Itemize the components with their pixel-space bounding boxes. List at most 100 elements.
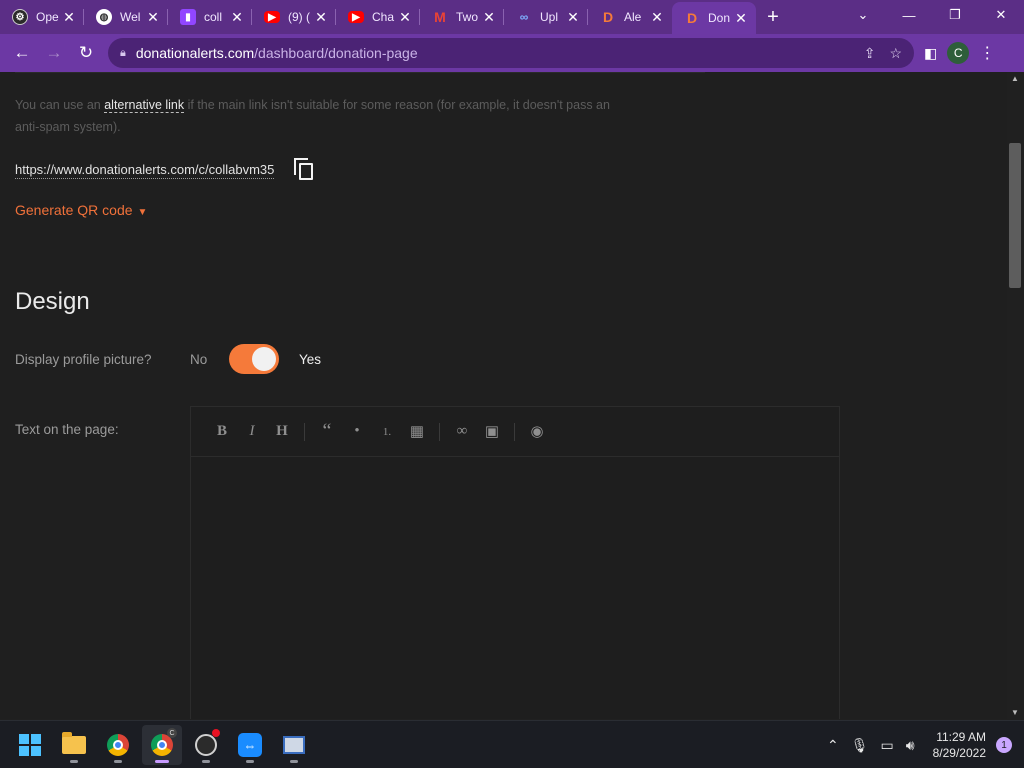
close-icon[interactable]: ✕ (230, 9, 244, 26)
recording-badge (212, 729, 220, 737)
virtual-machine-button[interactable] (274, 725, 314, 765)
bookmark-star-icon[interactable]: ☆ (889, 45, 902, 62)
url-host: donationalerts.com (135, 45, 255, 61)
back-button[interactable]: ← (6, 37, 38, 69)
chrome-button[interactable] (98, 725, 138, 765)
clock[interactable]: 11:29 AM 8/29/2022 (933, 729, 986, 761)
openai-icon: ⚙ (12, 9, 28, 25)
profile-picture-toggle[interactable] (229, 344, 279, 374)
tab-title: coll (204, 10, 223, 24)
upload-icon: ∞ (519, 10, 529, 24)
tab-title: Ale (624, 10, 642, 24)
bold-icon[interactable]: B (207, 417, 237, 447)
scrollbar-thumb[interactable] (1009, 143, 1021, 288)
toggle-on-label[interactable]: Yes (299, 352, 321, 367)
close-icon[interactable]: ✕ (482, 9, 496, 26)
tab-upload[interactable]: ∞ Upl ✕ (504, 0, 588, 34)
close-icon[interactable]: ✕ (398, 9, 412, 26)
reload-button[interactable]: ↻ (70, 37, 102, 69)
network-icon[interactable]: ▭ (881, 737, 894, 754)
volume-icon[interactable]: 🔊︎ (906, 737, 915, 754)
quote-icon[interactable]: “ (312, 417, 342, 447)
close-icon[interactable]: ✕ (650, 9, 664, 26)
browser-toolbar: ← → ↻ 🔒︎ donationalerts.com/dashboard/do… (0, 34, 1024, 72)
tab-donation-page[interactable]: D Don ✕ (672, 2, 756, 34)
tab-title: Upl (540, 10, 559, 24)
new-tab-button[interactable]: + (756, 0, 790, 34)
link-icon[interactable]: ∞ (447, 417, 477, 447)
system-tray: ⌃ 🎙︎ ▭ 🔊︎ 11:29 AM 8/29/2022 1 (821, 721, 1012, 768)
editor-toolbar: B I H “ • 1. ▦ ∞ ▣ ◉ (191, 407, 839, 457)
tab-youtube-1[interactable]: ▶ (9) ( ✕ (252, 0, 336, 34)
toggle-off-label[interactable]: No (190, 352, 229, 367)
tab-title: Two (456, 10, 479, 24)
close-icon[interactable]: ✕ (146, 9, 160, 26)
close-icon[interactable]: ✕ (734, 10, 748, 27)
tab-title: Cha (372, 10, 395, 24)
microphone-icon[interactable]: 🎙︎ (851, 737, 869, 754)
scroll-down-arrow-icon[interactable]: ▼ (1011, 708, 1019, 717)
design-heading: Design (15, 288, 90, 315)
text-on-page-label: Text on the page: (15, 422, 119, 437)
teamviewer-button[interactable]: ⇔ (230, 725, 270, 765)
youtube-icon: ▶ (264, 11, 280, 23)
teamviewer-icon: ⇔ (238, 733, 262, 757)
youtube-icon: ▶ (348, 11, 364, 23)
alternative-url-row: https://www.donationalerts.com/c/collabv… (15, 158, 316, 182)
obs-button[interactable] (186, 725, 226, 765)
url-path: /dashboard/donation-page (254, 45, 418, 61)
table-icon[interactable]: ▦ (402, 417, 432, 447)
close-icon[interactable]: ✕ (62, 9, 76, 26)
tab-youtube-2[interactable]: ▶ Cha ✕ (336, 0, 420, 34)
tab-gmail[interactable]: M Two ✕ (420, 0, 504, 34)
forward-button[interactable]: → (38, 37, 70, 69)
chrome-profile-button[interactable]: C (142, 725, 182, 765)
clock-date: 8/29/2022 (932, 746, 986, 760)
alternative-url[interactable]: https://www.donationalerts.com/c/collabv… (15, 162, 275, 179)
restore-button[interactable]: ❐ (932, 0, 978, 30)
side-panel-icon[interactable]: ◧ (924, 45, 937, 62)
share-icon[interactable]: ⇪ (864, 45, 876, 62)
donationalerts-icon: D (602, 9, 614, 25)
donationalerts-icon: D (686, 10, 698, 26)
file-explorer-button[interactable] (54, 725, 94, 765)
tab-title: Ope (36, 10, 59, 24)
start-button[interactable] (10, 725, 50, 765)
editor-text-area[interactable] (191, 457, 839, 719)
tab-twitch[interactable]: ▮ coll ✕ (168, 0, 252, 34)
close-window-button[interactable]: ✕ (978, 0, 1024, 30)
obs-icon (195, 734, 217, 756)
copy-icon[interactable] (294, 158, 316, 182)
tab-strip: ⚙ Ope ✕ ◍ Wel ✕ ▮ coll ✕ ▶ (9) ( ✕ ▶ Cha… (0, 0, 1024, 34)
alternative-link[interactable]: alternative link (104, 98, 185, 113)
image-icon[interactable]: ▣ (477, 417, 507, 447)
address-bar[interactable]: 🔒︎ donationalerts.com/dashboard/donation… (108, 38, 914, 68)
windows-logo-icon (19, 734, 41, 756)
page-scrollbar[interactable]: ▲ ▼ (1007, 72, 1024, 719)
windows-taskbar: C ⇔ ⌃ 🎙︎ ▭ 🔊︎ 11:29 AM 8/29/2022 1 (0, 720, 1024, 768)
heading-icon[interactable]: H (267, 417, 297, 447)
window-controls: ⌄ — ❐ ✕ (840, 0, 1024, 34)
tab-title: Wel (120, 10, 141, 24)
bullet-list-icon[interactable]: • (342, 417, 372, 447)
scroll-up-arrow-icon[interactable]: ▲ (1011, 74, 1019, 83)
globe-icon: ◍ (96, 9, 112, 25)
close-icon[interactable]: ✕ (566, 9, 580, 26)
chevron-up-icon[interactable]: ⌃ (827, 737, 839, 754)
menu-kebab-icon[interactable]: ⋮ (979, 43, 995, 63)
lock-icon[interactable]: 🔒︎ (120, 47, 126, 60)
profile-avatar[interactable]: C (947, 42, 970, 64)
tab-search-icon[interactable]: ⌄ (840, 0, 886, 30)
minimize-button[interactable]: — (886, 0, 932, 30)
italic-icon[interactable]: I (237, 417, 267, 447)
numbered-list-icon[interactable]: 1. (372, 417, 402, 447)
caret-down-icon: ▼ (137, 207, 148, 218)
generate-qr-code-button[interactable]: Generate QR code ▼ (15, 202, 147, 218)
tab-alerts[interactable]: D Ale ✕ (588, 0, 672, 34)
preview-eye-icon[interactable]: ◉ (522, 417, 552, 447)
folder-icon (62, 732, 86, 754)
tab-welcome[interactable]: ◍ Wel ✕ (84, 0, 168, 34)
tab-openai[interactable]: ⚙ Ope ✕ (0, 0, 84, 34)
close-icon[interactable]: ✕ (314, 9, 328, 26)
notification-badge[interactable]: 1 (996, 737, 1012, 753)
